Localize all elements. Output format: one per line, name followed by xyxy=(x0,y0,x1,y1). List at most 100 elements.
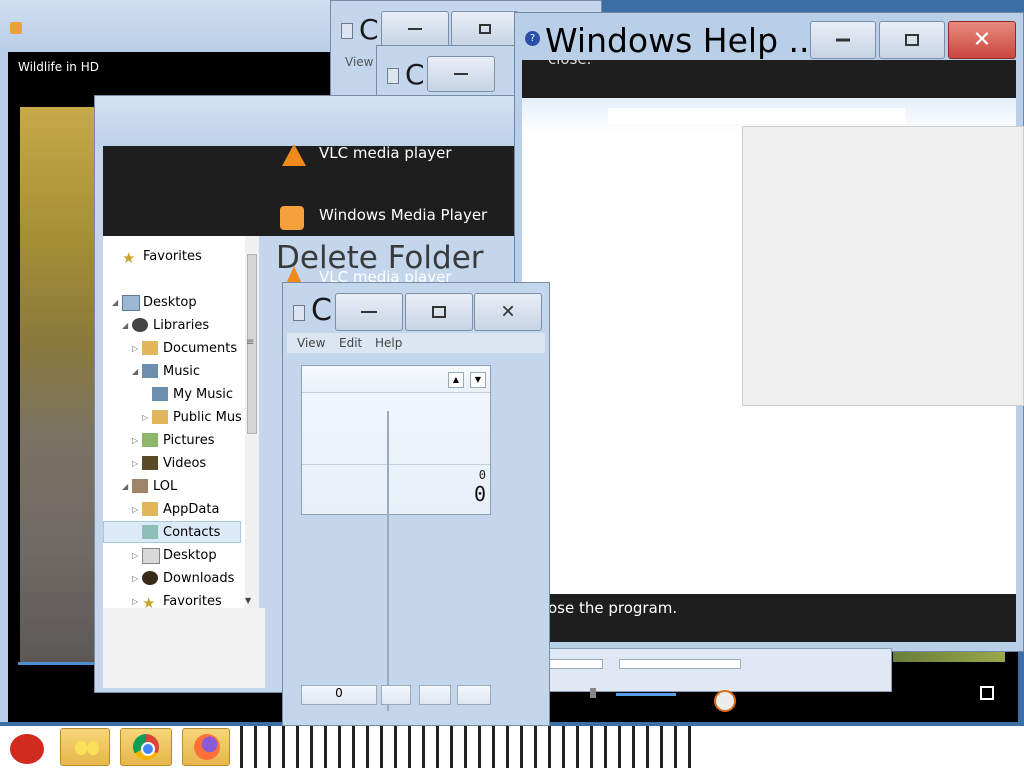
history-scroll-up-button[interactable]: ▲ xyxy=(448,372,464,388)
tree-item-videos[interactable]: Videos xyxy=(163,456,206,471)
playback-controls[interactable] xyxy=(550,688,690,702)
star-icon: ★ xyxy=(122,249,136,267)
fullscreen-icon[interactable] xyxy=(980,686,994,700)
collapsed-arrow-icon[interactable]: ▷ xyxy=(132,344,138,353)
star-icon: ★ xyxy=(142,594,156,612)
tree-item-music[interactable]: Music xyxy=(163,364,200,379)
menu-help[interactable]: Help xyxy=(375,336,402,350)
help-close-button[interactable]: ✕ xyxy=(948,21,1016,59)
expanded-arrow-icon[interactable]: ◢ xyxy=(132,367,138,376)
tree-item-desktop[interactable]: Desktop xyxy=(143,295,197,310)
collapsed-arrow-icon[interactable]: ▷ xyxy=(132,436,138,445)
videos-icon xyxy=(142,456,158,470)
calc-bg2-minimize-button[interactable] xyxy=(427,56,495,92)
explorer-bottom-pane xyxy=(103,608,265,688)
collapsed-arrow-icon[interactable]: ▷ xyxy=(142,413,148,422)
explorer-titlebar xyxy=(95,96,525,146)
desktop-icon xyxy=(142,548,160,564)
scroll-down-arrow-icon[interactable]: ▼ xyxy=(245,596,251,605)
tree-item-downloads[interactable]: Downloads xyxy=(163,571,234,586)
wildlife-video-frame xyxy=(20,107,100,662)
scroll-grip-icon: ≡ xyxy=(246,337,255,348)
help-search-box[interactable] xyxy=(608,108,906,124)
history-divider xyxy=(302,464,490,465)
contacts-icon xyxy=(142,525,158,539)
taskbar-stripes xyxy=(240,726,696,768)
media-player-app-icon xyxy=(10,22,22,34)
calc-key-sign[interactable] xyxy=(419,685,451,705)
media-player-title: Wildlife in HD xyxy=(18,60,99,74)
folder-icon xyxy=(152,410,168,424)
wmp-play-icon xyxy=(280,206,304,230)
folder-icon xyxy=(142,502,158,516)
collapsed-arrow-icon[interactable]: ▷ xyxy=(132,459,138,468)
calculator-menubar: View Edit Help xyxy=(287,333,545,353)
documents-icon xyxy=(142,341,158,355)
help-window-title: Windows Help ... xyxy=(545,21,820,60)
tree-item-my-music[interactable]: My Music xyxy=(173,387,233,402)
calculator-display: ▲ ▼ 0 0 xyxy=(301,365,491,515)
collapsed-arrow-icon[interactable]: ▷ xyxy=(132,505,138,514)
calculator-maximize-button[interactable] xyxy=(405,293,473,331)
calc-key-zero-label: 0 xyxy=(335,686,343,700)
calc-bg2-title: C xyxy=(405,58,425,91)
calc-key-equals[interactable] xyxy=(457,685,491,705)
calculator-window: C ✕ View Edit Help ▲ ▼ 0 0 0 xyxy=(282,282,550,726)
volume-slider[interactable] xyxy=(616,693,676,696)
collapsed-arrow-icon[interactable]: ▷ xyxy=(132,551,138,560)
list-item[interactable]: VLC media player xyxy=(280,140,520,170)
calc-key-decimal[interactable] xyxy=(381,685,411,705)
help-side-panel xyxy=(742,126,1024,406)
history-header: ▲ ▼ xyxy=(302,366,490,393)
menu-edit[interactable]: Edit xyxy=(339,336,362,350)
chrome-icon[interactable] xyxy=(120,728,172,766)
tree-item-pictures[interactable]: Pictures xyxy=(163,433,214,448)
help-minimize-button[interactable] xyxy=(810,21,876,59)
music-icon xyxy=(152,387,168,401)
calculator-icon xyxy=(293,305,305,321)
menu-view[interactable]: View xyxy=(297,336,325,350)
tree-item-libraries[interactable]: Libraries xyxy=(153,318,209,333)
memory-readout: 0 xyxy=(478,468,486,482)
expanded-arrow-icon[interactable]: ◢ xyxy=(122,321,128,330)
expanded-arrow-icon[interactable]: ◢ xyxy=(112,298,118,307)
calc-bg1-title: C xyxy=(359,13,379,46)
help-maximize-button[interactable] xyxy=(879,21,945,59)
tree-item-contacts[interactable]: Contacts xyxy=(163,525,220,540)
media-control-tab[interactable] xyxy=(619,659,741,669)
calc-bg1-menu-view[interactable]: View xyxy=(345,55,373,69)
angry-birds-icon[interactable] xyxy=(4,728,54,768)
media-control-tab[interactable] xyxy=(549,659,603,669)
tree-item-favorites[interactable]: Favorites xyxy=(143,249,202,264)
calculator-close-button[interactable]: ✕ xyxy=(474,293,542,331)
chicks-game-icon[interactable] xyxy=(60,728,110,766)
history-scroll-down-button[interactable]: ▼ xyxy=(470,372,486,388)
list-item-label: Windows Media Player xyxy=(319,206,488,224)
calc-bg1-minimize-button[interactable] xyxy=(381,11,449,47)
list-item[interactable]: Windows Media Player xyxy=(280,202,520,232)
tree-item-lol[interactable]: LOL xyxy=(153,479,177,494)
collapsed-arrow-icon[interactable]: ▷ xyxy=(132,597,138,606)
result-readout: 0 xyxy=(473,482,486,506)
expanded-arrow-icon[interactable]: ◢ xyxy=(122,482,128,491)
calculator-divider-line xyxy=(387,411,389,711)
tree-item-desktop-2[interactable]: Desktop xyxy=(163,548,217,563)
seek-bar[interactable] xyxy=(18,662,98,665)
collapsed-arrow-icon[interactable]: ▷ xyxy=(132,574,138,583)
help-dark-header: close. xyxy=(522,60,1016,98)
firefox-icon[interactable] xyxy=(182,728,230,766)
calculator-title: C xyxy=(311,293,332,328)
calc-key-zero[interactable]: 0 xyxy=(301,685,377,705)
tree-item-documents[interactable]: Documents xyxy=(163,341,237,356)
tree-item-appdata[interactable]: AppData xyxy=(163,502,219,517)
pictures-icon xyxy=(142,433,158,447)
desktop-icon xyxy=(122,295,140,311)
tree-item-favorites-2[interactable]: Favorites xyxy=(163,594,222,609)
help-text-bottom: ose the program. xyxy=(548,599,678,617)
media-controls-strip xyxy=(548,648,892,692)
calculator-minimize-button[interactable] xyxy=(335,293,403,331)
tree-item-public-music[interactable]: Public Music xyxy=(173,410,243,425)
calc-bg1-maximize-button[interactable] xyxy=(451,11,519,47)
calculator-icon xyxy=(387,68,399,84)
volume-icon[interactable] xyxy=(590,688,606,698)
